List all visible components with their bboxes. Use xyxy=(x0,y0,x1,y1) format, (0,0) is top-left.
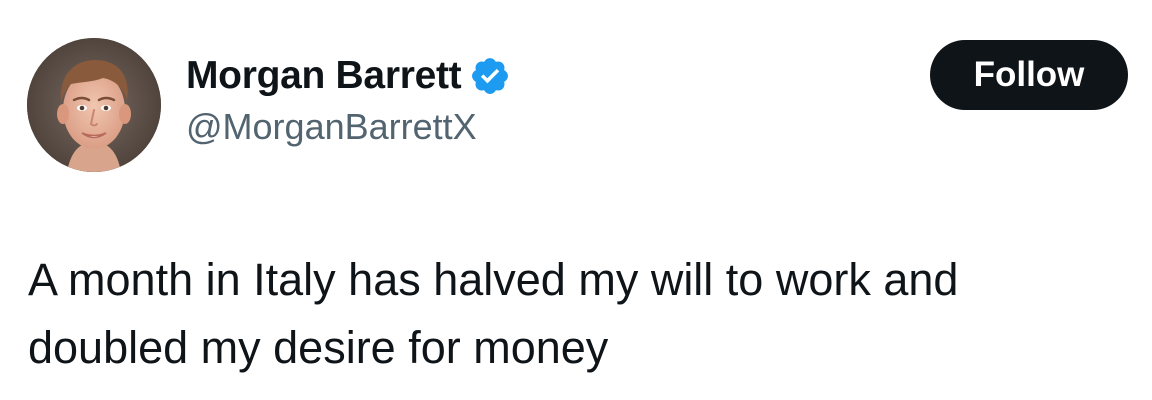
avatar[interactable] xyxy=(27,38,161,172)
follow-button[interactable]: Follow xyxy=(930,40,1128,110)
name-row: Morgan Barrett xyxy=(186,50,511,102)
verified-badge-icon[interactable] xyxy=(469,55,511,97)
user-handle[interactable]: @MorganBarrettX xyxy=(186,104,511,150)
display-name[interactable]: Morgan Barrett xyxy=(186,50,462,102)
tweet-text: A month in Italy has halved my will to w… xyxy=(28,254,959,373)
author-identity: Morgan Barrett @MorganBarrettX xyxy=(186,50,511,150)
